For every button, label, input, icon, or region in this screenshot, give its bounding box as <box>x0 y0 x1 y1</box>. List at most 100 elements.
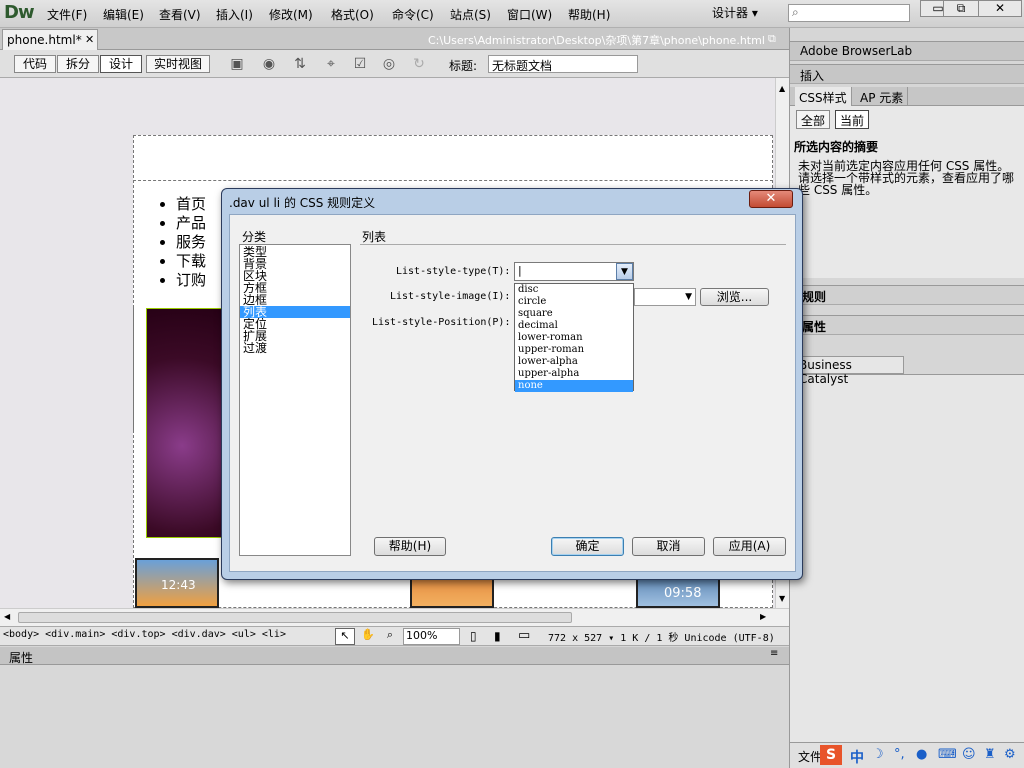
dropdown-option[interactable]: lower-alpha <box>515 356 633 368</box>
refresh-icon[interactable]: ↻ <box>408 55 430 73</box>
select-tool-icon[interactable]: ↖ <box>335 628 355 645</box>
category-item[interactable]: 类型 <box>240 246 350 258</box>
document-title-input[interactable]: 无标题文档 <box>488 55 638 73</box>
scroll-up-icon[interactable]: ▲ <box>779 84 785 93</box>
menu-format[interactable]: 格式(O) <box>331 6 374 23</box>
ime-tools-icon[interactable]: ⚙ <box>1004 747 1016 762</box>
scroll-down-icon[interactable]: ▼ <box>779 594 785 603</box>
category-item[interactable]: 背景 <box>240 258 350 270</box>
business-catalyst-body <box>790 374 1024 742</box>
apply-button[interactable]: 应用(A) <box>713 537 786 556</box>
scroll-thumb[interactable] <box>18 612 572 623</box>
browserlab-panel[interactable]: Adobe BrowserLab <box>790 41 1024 61</box>
dropdown-option[interactable]: lower-roman <box>515 332 633 344</box>
preview-browser-icon[interactable]: ◉ <box>258 55 280 73</box>
menu-modify[interactable]: 修改(M) <box>269 6 313 23</box>
zoom-select[interactable]: 100% <box>403 628 460 645</box>
tab-ap-elements[interactable]: AP 元素 <box>856 87 909 106</box>
category-item[interactable]: 扩展 <box>240 330 350 342</box>
category-item[interactable]: 区块 <box>240 270 350 282</box>
zoom-tool-icon[interactable]: ⌕ <box>380 628 400 645</box>
browse-button[interactable]: 浏览... <box>700 288 769 306</box>
ime-keyboard-icon[interactable]: ⌨ <box>938 747 957 762</box>
scroll-left-icon[interactable]: ◀ <box>4 612 10 621</box>
menu-file[interactable]: 文件(F) <box>47 6 87 23</box>
category-item[interactable]: 定位 <box>240 318 350 330</box>
css-mode-all[interactable]: 全部 <box>796 110 831 129</box>
nav-item[interactable]: 下载 <box>176 252 206 271</box>
panel-menu-icon[interactable]: ≡ <box>770 648 778 659</box>
dialog-close-button[interactable]: ✕ <box>749 190 793 208</box>
menu-help[interactable]: 帮助(H) <box>568 6 610 23</box>
document-tab-label: phone.html* <box>7 33 82 47</box>
horizontal-scrollbar[interactable]: ◀ ▶ <box>0 608 789 626</box>
files-panel-title[interactable]: 文件 <box>798 748 822 765</box>
list-style-image-input[interactable]: ▼ <box>634 288 696 306</box>
document-tab[interactable]: phone.html* ✕ <box>2 29 98 50</box>
chevron-down-icon[interactable]: ▼ <box>616 263 633 280</box>
dropdown-option[interactable]: upper-alpha <box>515 368 633 380</box>
business-catalyst-tab[interactable]: Business Catalyst <box>794 356 904 386</box>
menu-view[interactable]: 查看(V) <box>159 6 201 23</box>
ime-user-icon[interactable]: ☺ <box>962 747 976 762</box>
mobile-size-icon[interactable]: ▯ <box>470 629 477 643</box>
rules-section[interactable]: 规则 <box>790 285 1024 305</box>
category-item-selected[interactable]: 列表 <box>240 306 350 318</box>
multiscreen-icon[interactable]: ▣ <box>226 55 248 73</box>
live-code-icon[interactable]: ⌖ <box>320 55 342 73</box>
ime-mic-icon[interactable]: ● <box>916 747 927 762</box>
dropdown-option[interactable]: circle <box>515 296 633 308</box>
nav-item[interactable]: 订购 <box>176 271 206 290</box>
design-view-button[interactable]: 设计 <box>100 55 142 73</box>
tab-close-icon[interactable]: ✕ <box>85 33 94 46</box>
dropdown-option[interactable]: decimal <box>515 320 633 332</box>
file-management-icon[interactable]: ⇅ <box>289 55 311 73</box>
properties-section[interactable]: 属性 <box>790 315 1024 335</box>
restore-doc-icon[interactable]: ⧉ <box>768 32 776 46</box>
properties-panel-header[interactable]: 属性 ≡ <box>0 647 789 665</box>
nav-item[interactable]: 首页 <box>176 195 206 214</box>
ok-button[interactable]: 确定 <box>551 537 624 556</box>
visual-aids-icon[interactable]: ◎ <box>378 55 400 73</box>
split-view-button[interactable]: 拆分 <box>57 55 99 73</box>
close-window-button[interactable]: ✕ <box>978 0 1022 17</box>
dropdown-option[interactable]: upper-roman <box>515 344 633 356</box>
menu-site[interactable]: 站点(S) <box>450 6 491 23</box>
code-view-button[interactable]: 代码 <box>14 55 56 73</box>
menu-insert[interactable]: 插入(I) <box>216 6 253 23</box>
ime-punct-icon[interactable]: °, <box>894 747 905 762</box>
window-size-info: 772 x 527 ▾ 1 K / 1 秒 Unicode (UTF-8) <box>548 633 775 644</box>
live-view-button[interactable]: 实时视图 <box>146 55 210 73</box>
cancel-button[interactable]: 取消 <box>632 537 705 556</box>
tag-selector[interactable]: <body> <div.main> <div.top> <div.dav> <u… <box>3 629 286 640</box>
tab-css-styles[interactable]: CSS样式 <box>795 87 852 106</box>
ime-moon-icon[interactable]: ☽ <box>872 747 884 762</box>
scroll-right-icon[interactable]: ▶ <box>760 612 766 621</box>
help-button[interactable]: 帮助(H) <box>374 537 446 556</box>
desktop-size-icon[interactable]: ▭ <box>518 628 530 643</box>
insert-panel[interactable]: 插入 <box>790 64 1024 84</box>
menu-commands[interactable]: 命令(C) <box>392 6 434 23</box>
restore-button[interactable]: ⧉ <box>943 0 979 17</box>
menu-window[interactable]: 窗口(W) <box>507 6 552 23</box>
dropdown-option[interactable]: square <box>515 308 633 320</box>
dropdown-option[interactable]: disc <box>515 284 633 296</box>
hand-tool-icon[interactable]: ✋ <box>358 628 378 645</box>
category-item[interactable]: 边框 <box>240 294 350 306</box>
workspace-switcher[interactable]: 设计器 ▾ <box>712 4 758 21</box>
nav-item[interactable]: 产品 <box>176 214 206 233</box>
help-search-input[interactable]: ⌕ <box>788 4 910 22</box>
properties-panel-body <box>0 665 789 768</box>
sogou-ime-icon[interactable]: S <box>820 745 842 765</box>
tablet-size-icon[interactable]: ▮ <box>494 629 501 643</box>
category-item[interactable]: 方框 <box>240 282 350 294</box>
ime-chinese-icon[interactable]: 中 <box>850 747 864 767</box>
nav-item[interactable]: 服务 <box>176 233 206 252</box>
dropdown-option-highlighted[interactable]: none <box>515 380 633 392</box>
ime-skin-icon[interactable]: ♜ <box>984 747 996 762</box>
css-mode-current[interactable]: 当前 <box>835 110 870 129</box>
phone-thumbnail: 12:43 <box>135 558 219 608</box>
check-browser-icon[interactable]: ☑ <box>349 55 371 73</box>
category-item[interactable]: 过渡 <box>240 342 350 354</box>
menu-edit[interactable]: 编辑(E) <box>103 6 144 23</box>
